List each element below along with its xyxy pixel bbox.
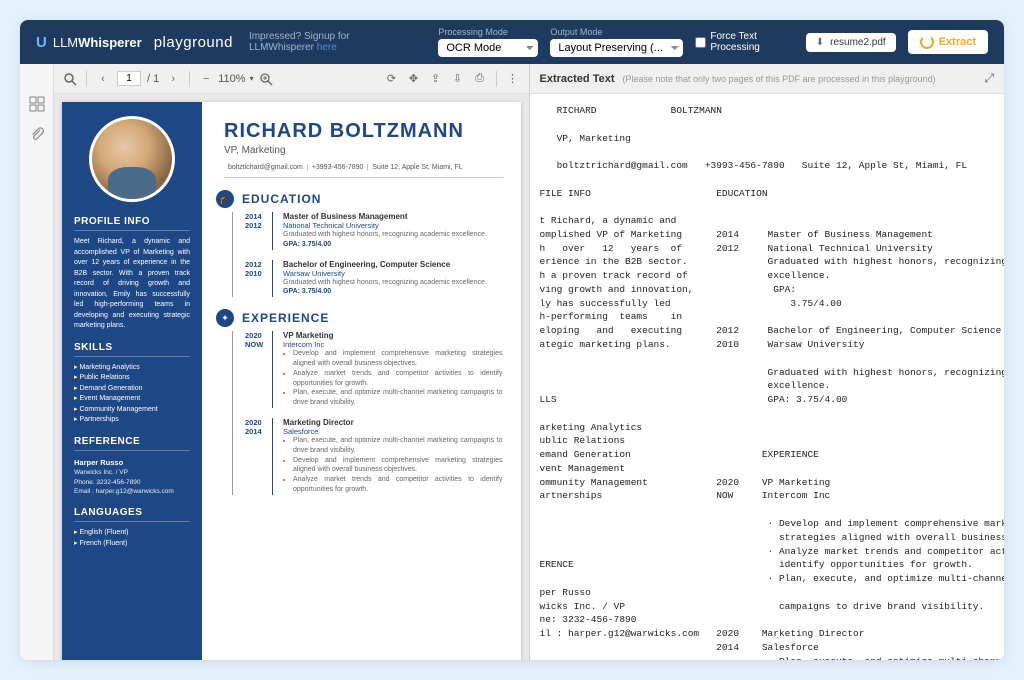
brand-prefix: LLM xyxy=(53,35,78,50)
skill-item: Partnerships xyxy=(74,415,190,426)
signup-link[interactable]: here xyxy=(317,42,337,53)
profile-text: Meet Richard, a dynamic and accomplished… xyxy=(74,237,190,332)
output-mode-label: Output Mode xyxy=(550,27,683,37)
skills-heading: SKILLS xyxy=(74,342,190,357)
page-input[interactable] xyxy=(117,71,141,86)
app-header: U LLMWhisperer playground Impressed? Sig… xyxy=(20,20,1004,64)
brand-suffix: Whisperer xyxy=(78,35,142,50)
signup-tagline: Impressed? Signup for LLMWhisperer here xyxy=(249,31,414,53)
skills-list: Marketing AnalyticsPublic RelationsDeman… xyxy=(74,363,190,426)
file-name: resume2.pdf xyxy=(830,37,886,48)
pan-icon[interactable]: ✥ xyxy=(406,71,422,87)
extract-button[interactable]: Extract xyxy=(908,30,988,54)
experience-entry: 2020NOWVP MarketingIntercom IncDevelop a… xyxy=(245,331,503,408)
attachment-icon[interactable] xyxy=(29,126,45,142)
experience-entry: 20202014Marketing DirectorSalesforcePlan… xyxy=(245,418,503,495)
resume-name: RICHARD BOLTZMANN xyxy=(224,120,503,143)
force-text-input[interactable] xyxy=(695,37,706,48)
languages-list: English (Fluent)French (Fluent) xyxy=(74,528,190,549)
experience-icon: ✦ xyxy=(216,309,234,327)
resume-main: RICHARD BOLTZMANN VP, Marketing boltztic… xyxy=(202,102,521,660)
education-entry: 20122010Bachelor of Engineering, Compute… xyxy=(245,260,503,298)
language-item: English (Fluent) xyxy=(74,528,190,539)
thumbnails-icon[interactable] xyxy=(29,96,45,112)
education-icon: 🎓 xyxy=(216,190,234,208)
force-text-checkbox[interactable]: Force Text Processing xyxy=(695,31,793,53)
profile-heading: PROFILE INFO xyxy=(74,216,190,231)
prev-page-icon[interactable]: ‹ xyxy=(95,71,111,87)
extracted-text[interactable]: RICHARD BOLTZMANN VP, Marketing boltztri… xyxy=(530,94,1005,660)
skill-item: Demand Generation xyxy=(74,384,190,395)
zoom-out-icon[interactable]: − xyxy=(198,71,214,87)
expand-icon[interactable]: ⤢ xyxy=(984,71,994,86)
page-total: / 1 xyxy=(147,73,159,85)
resume-sidebar: PROFILE INFO Meet Richard, a dynamic and… xyxy=(62,102,202,660)
skill-item: Event Management xyxy=(74,394,190,405)
document-panel: ‹ / 1 › − 110% ▾ ⟳ ✥ ⇪ ⇩ ⎙ ⋮ xyxy=(54,64,530,660)
document-page: PROFILE INFO Meet Richard, a dynamic and… xyxy=(62,102,521,660)
experience-heading: EXPERIENCE xyxy=(242,311,503,325)
resume-contact: boltztichard@gmail.com+3993-456-7890Suit… xyxy=(224,164,503,178)
extracted-panel: Extracted Text (Please note that only tw… xyxy=(530,64,1005,660)
extracted-header: Extracted Text (Please note that only tw… xyxy=(530,64,1005,94)
processing-mode-label: Processing Mode xyxy=(438,27,538,37)
zoom-in-icon[interactable] xyxy=(258,71,274,87)
education-section: 🎓 EDUCATION 20142012Master of Business M… xyxy=(224,192,503,297)
output-mode-select[interactable]: Layout Preserving (... xyxy=(550,39,683,57)
output-mode-control: Output Mode Layout Preserving (... xyxy=(550,27,683,57)
skill-item: Public Relations xyxy=(74,373,190,384)
print-icon[interactable]: ⎙ xyxy=(472,71,488,87)
ref-name: Harper Russo xyxy=(74,457,190,468)
search-icon[interactable] xyxy=(62,71,78,87)
download-icon: ⬇ xyxy=(816,37,824,48)
reference-heading: REFERENCE xyxy=(74,436,190,451)
education-heading: EDUCATION xyxy=(242,192,503,206)
extracted-note: (Please note that only two pages of this… xyxy=(623,74,936,84)
download-doc-icon[interactable]: ⇩ xyxy=(450,71,466,87)
ref-email: Email : harper.g12@warwicks.com xyxy=(74,487,190,497)
languages-heading: LANGUAGES xyxy=(74,507,190,522)
file-chip[interactable]: ⬇ resume2.pdf xyxy=(806,33,896,52)
education-entry: 20142012Master of Business ManagementNat… xyxy=(245,212,503,250)
experience-section: ✦ EXPERIENCE 2020NOWVP MarketingIntercom… xyxy=(224,311,503,495)
pdf-toolbar: ‹ / 1 › − 110% ▾ ⟳ ✥ ⇪ ⇩ ⎙ ⋮ xyxy=(54,64,529,94)
resume-role: VP, Marketing xyxy=(224,145,503,156)
app-logo: U LLMWhisperer playground xyxy=(36,34,233,51)
document-viewport[interactable]: PROFILE INFO Meet Richard, a dynamic and… xyxy=(54,94,529,660)
left-sidebar xyxy=(20,64,54,660)
ref-phone: Phone: 3232-456-7890 xyxy=(74,478,190,488)
processing-mode-select[interactable]: OCR Mode xyxy=(438,39,538,57)
extracted-title: Extracted Text xyxy=(540,73,615,85)
zoom-level: 110% xyxy=(218,73,245,85)
rotate-icon[interactable]: ⟳ xyxy=(384,71,400,87)
logo-mark: U xyxy=(36,34,47,51)
next-page-icon[interactable]: › xyxy=(165,71,181,87)
processing-mode-control: Processing Mode OCR Mode xyxy=(438,27,538,57)
skill-item: Community Management xyxy=(74,405,190,416)
upload-icon[interactable]: ⇪ xyxy=(428,71,444,87)
avatar xyxy=(89,116,175,202)
more-icon[interactable]: ⋮ xyxy=(505,71,521,87)
ref-company: Warwicks Inc. / VP xyxy=(74,468,190,478)
force-text-label: Force Text Processing xyxy=(710,31,793,53)
language-item: French (Fluent) xyxy=(74,539,190,550)
skill-item: Marketing Analytics xyxy=(74,363,190,374)
playground-label: playground xyxy=(154,34,233,51)
